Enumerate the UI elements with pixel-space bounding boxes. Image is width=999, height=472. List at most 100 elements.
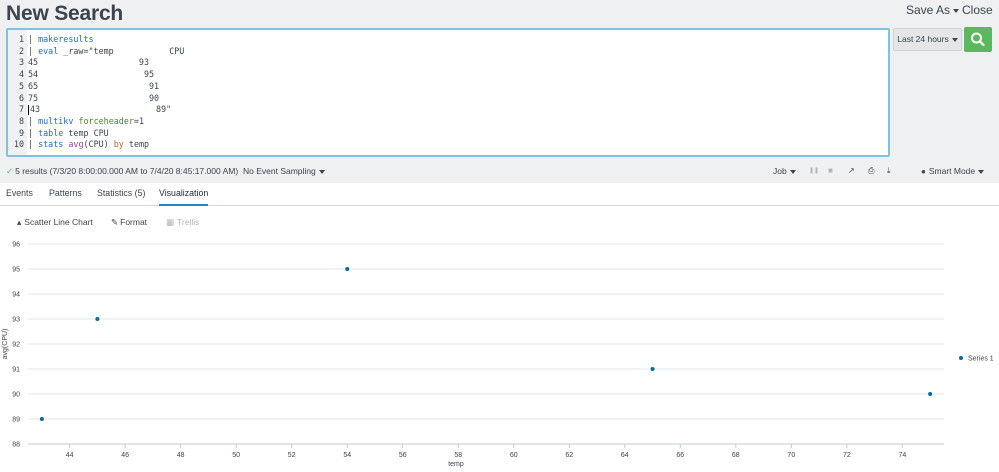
code-line: 5 65 91 — [8, 80, 888, 92]
time-range-label: Last 24 hours — [897, 34, 949, 44]
trellis-button[interactable]: ▦ Trellis — [166, 213, 199, 231]
code-token: temp — [123, 139, 150, 150]
line-number: 7 — [18, 104, 24, 115]
code-token: multikv — [38, 115, 74, 126]
chart-type-button[interactable]: ▴ Scatter Line Chart — [17, 213, 93, 231]
code-token: eval — [38, 45, 59, 56]
code-token: temp CPU — [63, 127, 109, 138]
code-token: by — [113, 139, 124, 150]
chevron-down-icon — [318, 169, 325, 174]
tab-statistics[interactable]: Statistics (5) — [97, 188, 145, 198]
y-tick-label: 89 — [12, 417, 20, 424]
pencil-icon: ✎ — [111, 217, 119, 227]
code-text: | table temp CPU — [28, 127, 109, 139]
legend-label: Series 1 — [968, 356, 994, 363]
code-text: 43 89" — [28, 103, 171, 115]
chevron-down-icon — [789, 169, 796, 174]
search-query-editor[interactable]: 1 | makeresults 2 | eval _raw="temp CPU 3 45 … — [6, 28, 890, 157]
code-token: (CPU) — [83, 139, 114, 150]
search-mode-label: Smart Mode — [928, 166, 976, 176]
x-tick-label: 52 — [288, 452, 296, 459]
x-tick-label: 44 — [66, 452, 74, 459]
y-tick-label: 94 — [12, 292, 20, 299]
line-number: 6 — [18, 92, 24, 103]
x-tick-label: 62 — [565, 452, 573, 459]
format-button[interactable]: ✎ Format — [111, 213, 147, 231]
x-tick-label: 50 — [232, 452, 240, 459]
data-point — [650, 367, 655, 371]
x-tick-label: 58 — [454, 452, 462, 459]
code-token: 43 89" — [30, 104, 172, 115]
line-number: 4 — [18, 69, 24, 80]
page-title: New Search — [6, 2, 124, 25]
job-menu[interactable]: Job — [773, 162, 796, 180]
visualization-toolbar: ▴ Scatter Line Chart ✎ Format ▦ Trellis — [0, 213, 999, 231]
share-icon[interactable]: ↗ — [848, 162, 855, 180]
line-number: 5 — [18, 80, 24, 91]
code-token: makeresults — [38, 34, 94, 44]
tab-patterns[interactable]: Patterns — [49, 188, 82, 198]
print-icon[interactable]: ⎙ — [868, 162, 874, 180]
tab-events[interactable]: Events — [6, 188, 33, 198]
x-tick-label: 56 — [399, 452, 407, 459]
code-text: | makeresults — [28, 33, 94, 45]
code-token: forceheader — [78, 115, 134, 126]
search-button[interactable] — [964, 27, 992, 52]
search-icon — [971, 32, 985, 47]
chevron-down-icon — [951, 37, 958, 42]
stop-icon[interactable]: ■ — [828, 162, 833, 180]
search-mode-dropdown[interactable]: ● Smart Mode — [921, 162, 985, 181]
tab-visualization[interactable]: Visualization — [159, 188, 209, 206]
search-header-area: New Search Save As Close 1 | makeresults 2… — [0, 0, 999, 183]
x-tick-label: 70 — [787, 452, 795, 459]
chevron-down-icon — [978, 169, 985, 174]
search-status-bar: ✓ 5 results (7/3/20 8:00:00.000 AM to 7/4… — [0, 162, 999, 180]
save-as-menu[interactable]: Save As — [906, 3, 960, 17]
line-number: 2 — [18, 45, 24, 56]
line-number: 9 — [18, 127, 24, 138]
code-line: 8 | multikv forceheader=1 — [8, 115, 888, 127]
event-sampling-dropdown[interactable]: No Event Sampling — [243, 162, 325, 180]
code-token: _raw="temp CPU — [58, 45, 185, 56]
lightbulb-icon: ● — [921, 167, 926, 176]
code-text: | eval _raw="temp CPU — [28, 45, 184, 57]
trellis-label: Trellis — [177, 217, 200, 227]
line-number: 3 — [18, 57, 24, 68]
code-token: | — [28, 127, 39, 138]
line-number: 8 — [18, 115, 24, 126]
search-page: New Search Save As Close 1 | makeresults 2… — [0, 0, 999, 472]
results-summary-text: 5 results (7/3/20 8:00:00.000 AM to 7/4/… — [15, 166, 239, 176]
x-tick-label: 54 — [343, 452, 351, 459]
results-summary: ✓ 5 results (7/3/20 8:00:00.000 AM to 7/4… — [6, 162, 238, 180]
code-line: 4 54 95 — [8, 68, 888, 80]
time-range-picker[interactable]: Last 24 hours — [893, 28, 962, 51]
code-line: 3 45 93 — [8, 56, 888, 68]
y-tick-label: 92 — [12, 342, 20, 349]
line-number: 1 — [18, 34, 24, 44]
x-tick-label: 66 — [676, 452, 684, 459]
code-line: 7 43 89" — [8, 103, 888, 115]
x-tick-label: 72 — [843, 452, 851, 459]
code-token: table — [38, 127, 64, 138]
code-line: 9 | table temp CPU — [8, 127, 888, 139]
pause-icon[interactable]: ❚❚ — [809, 162, 819, 180]
y-tick-label: 93 — [12, 317, 20, 324]
chevron-down-icon — [953, 8, 960, 13]
scatter-chart-svg: 88 89 90 91 92 93 94 95 96 44 46 48 50 52 54 56 58 60 62 64… — [2, 242, 994, 469]
x-tick-label: 48 — [177, 452, 185, 459]
export-icon[interactable]: ⤓ — [887, 162, 891, 180]
code-text: | multikv forceheader=1 — [28, 115, 144, 127]
results-tabs: Events Patterns Statistics (5) Visualiza… — [0, 183, 999, 206]
scatter-chart: 88 89 90 91 92 93 94 95 96 44 46 48 50 52 54 56 58 60 62 64… — [0, 236, 999, 472]
y-tick-label: 95 — [12, 267, 20, 274]
x-tick-label: 46 — [121, 452, 129, 459]
code-text: 75 90 — [28, 92, 159, 104]
job-label: Job — [773, 166, 787, 176]
code-token: 45 93 — [28, 57, 150, 68]
code-token: 75 90 — [28, 92, 160, 103]
close-link[interactable]: Close — [962, 3, 993, 17]
code-token: | — [28, 45, 39, 56]
y-axis-title: avg(CPU) — [2, 329, 9, 360]
code-text: 65 91 — [28, 80, 159, 92]
x-tick-label: 64 — [621, 452, 629, 459]
